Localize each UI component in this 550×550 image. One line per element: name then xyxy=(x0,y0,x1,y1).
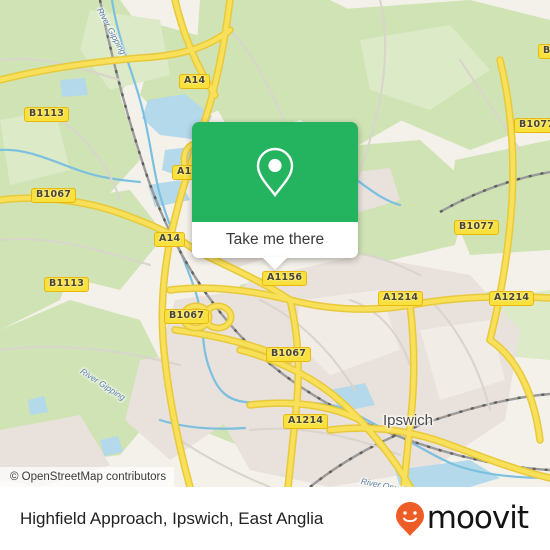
road-shield[interactable]: B1067 xyxy=(266,347,312,362)
take-me-there-label: Take me there xyxy=(225,231,325,248)
moovit-wordmark: moovit xyxy=(426,500,529,536)
road-shield[interactable]: A14 xyxy=(179,74,211,89)
popup-pointer xyxy=(262,257,288,270)
road-shield[interactable]: A1214 xyxy=(378,291,424,306)
road-shield[interactable]: B1067 xyxy=(31,188,77,203)
footer-bar: Highfield Approach, Ipswich, East Anglia… xyxy=(0,487,550,550)
moovit-logo[interactable]: moovit xyxy=(395,500,529,537)
road-shield[interactable]: A1214 xyxy=(283,414,329,429)
road-shield[interactable]: B1113 xyxy=(44,277,90,292)
popup-action-bar[interactable]: Take me there xyxy=(192,222,358,258)
road-shield[interactable]: B1113 xyxy=(24,107,70,122)
popup-icon-area xyxy=(192,122,358,222)
road-shield[interactable]: A14 xyxy=(154,232,186,247)
place-label-ipswich: Ipswich xyxy=(383,412,434,429)
location-title: Highfield Approach, Ipswich, East Anglia xyxy=(20,508,324,528)
road-shield[interactable]: B1077 xyxy=(514,118,550,133)
road-shield[interactable]: A1214 xyxy=(489,291,535,306)
take-me-there-popup[interactable]: Take me there xyxy=(192,122,358,258)
road-shield[interactable]: B1067 xyxy=(164,309,210,324)
road-shield[interactable]: B1077 xyxy=(454,220,500,235)
road-shield[interactable]: A1156 xyxy=(262,271,308,286)
map-attribution[interactable]: © OpenStreetMap contributors xyxy=(0,467,175,487)
map-result-page: A14 B1113 B1077 B1067 A1156 B1077 A14 B1… xyxy=(0,0,550,550)
location-pin-icon xyxy=(256,147,294,198)
road-shield[interactable]: B1 xyxy=(538,44,550,59)
moovit-pin-smile-icon xyxy=(395,501,424,536)
